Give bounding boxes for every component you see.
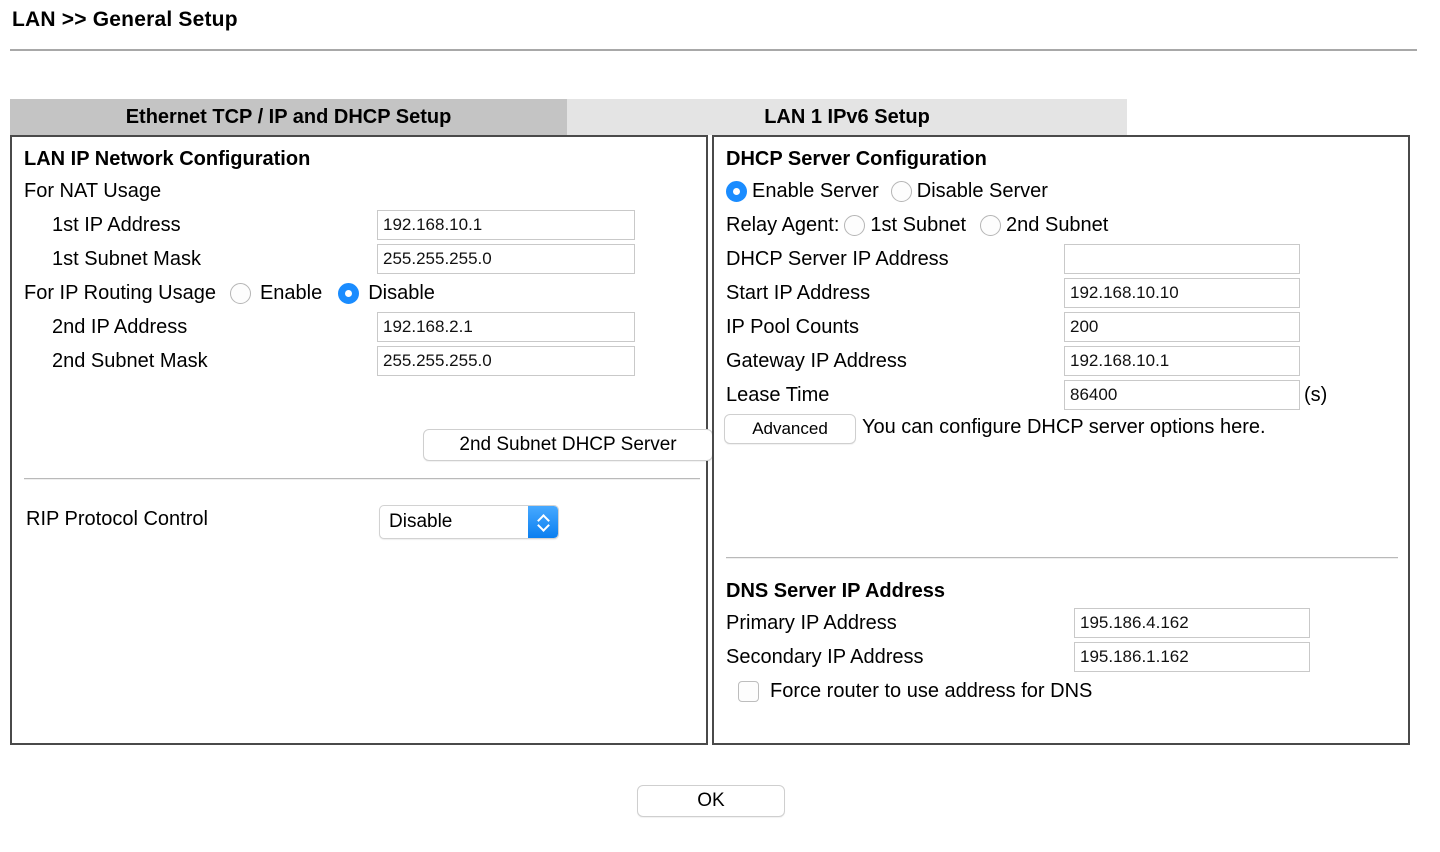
- lan-ip-network-configuration-panel: LAN IP Network Configuration For NAT Usa…: [10, 135, 708, 745]
- panel-title-dhcp-server-configuration: DHCP Server Configuration: [726, 145, 1398, 173]
- input-primary-dns-ip-address[interactable]: [1074, 608, 1310, 638]
- label-2nd-subnet-mask: 2nd Subnet Mask: [22, 349, 208, 373]
- checkbox-force-router-dns[interactable]: [738, 681, 759, 702]
- dhcp-server-configuration-panel: DHCP Server Configuration Enable Server …: [712, 135, 1410, 745]
- left-panel-divider: [24, 478, 700, 480]
- field-wrap-start-ip-address: [1064, 278, 1300, 308]
- row-rip-protocol-control: RIP Protocol Control: [24, 502, 208, 536]
- row-gateway-ip-address: Gateway IP Address: [724, 344, 1398, 378]
- row-dhcp-server-ip-address: DHCP Server IP Address: [724, 242, 1398, 276]
- row-1st-subnet-mask: 1st Subnet Mask: [22, 242, 696, 276]
- row-for-nat-usage: For NAT Usage: [22, 174, 696, 208]
- row-secondary-dns: Secondary IP Address: [724, 640, 1400, 674]
- rip-protocol-control-value: Disable: [380, 511, 528, 533]
- radio-relay-2nd-subnet[interactable]: [980, 215, 1001, 236]
- row-2nd-subnet-mask: 2nd Subnet Mask: [22, 344, 696, 378]
- input-2nd-subnet-mask[interactable]: [377, 346, 635, 376]
- input-gateway-ip-address[interactable]: [1064, 346, 1300, 376]
- input-start-ip-address[interactable]: [1064, 278, 1300, 308]
- settings-panels: LAN IP Network Configuration For NAT Usa…: [10, 135, 1410, 745]
- advanced-help-text: You can configure DHCP server options he…: [860, 414, 1266, 441]
- label-for-nat-usage: For NAT Usage: [22, 179, 161, 203]
- label-dhcp-server-ip-address: DHCP Server IP Address: [724, 247, 949, 271]
- field-wrap-1st-ip-address: [377, 210, 635, 240]
- tab-bar: Ethernet TCP / IP and DHCP Setup LAN 1 I…: [10, 99, 1127, 135]
- label-relay-1st-subnet[interactable]: 1st Subnet: [870, 213, 966, 237]
- tab-ethernet-tcpip-dhcp-setup[interactable]: Ethernet TCP / IP and DHCP Setup: [10, 99, 567, 135]
- lan-general-setup-page: LAN >> General Setup Ethernet TCP / IP a…: [0, 0, 1440, 852]
- input-dhcp-server-ip-address[interactable]: [1064, 244, 1300, 274]
- label-start-ip-address: Start IP Address: [724, 281, 870, 305]
- label-ip-routing-disable[interactable]: Disable: [368, 281, 435, 305]
- label-enable-server[interactable]: Enable Server: [752, 179, 879, 203]
- right-panel-divider: [726, 557, 1398, 559]
- field-wrap-dhcp-server-ip-address: [1064, 244, 1300, 274]
- label-rip-protocol-control: RIP Protocol Control: [24, 507, 208, 531]
- field-wrap-primary-dns: [1074, 608, 1310, 638]
- input-1st-subnet-mask[interactable]: [377, 244, 635, 274]
- chevron-down-icon: [538, 522, 549, 529]
- input-1st-ip-address[interactable]: [377, 210, 635, 240]
- row-advanced-dhcp-options: Advanced You can configure DHCP server o…: [724, 412, 1398, 444]
- label-force-router-dns[interactable]: Force router to use address for DNS: [770, 679, 1092, 703]
- radio-ip-routing-disable[interactable]: [338, 283, 359, 304]
- radio-disable-server[interactable]: [891, 181, 912, 202]
- field-wrap-1st-subnet-mask: [377, 244, 635, 274]
- row-server-mode: Enable Server Disable Server: [724, 174, 1398, 208]
- ok-button[interactable]: OK: [637, 785, 785, 817]
- panel-title-lan-ip-network: LAN IP Network Configuration: [24, 145, 696, 173]
- label-relay-2nd-subnet[interactable]: 2nd Subnet: [1006, 213, 1108, 237]
- label-ip-routing-enable[interactable]: Enable: [260, 281, 322, 305]
- chevron-updown-icon[interactable]: [528, 506, 558, 538]
- advanced-button[interactable]: Advanced: [724, 414, 856, 444]
- label-disable-server[interactable]: Disable Server: [917, 179, 1048, 203]
- radio-ip-routing-enable[interactable]: [230, 283, 251, 304]
- row-ip-pool-counts: IP Pool Counts: [724, 310, 1398, 344]
- label-2nd-ip-address: 2nd IP Address: [22, 315, 187, 339]
- radio-enable-server[interactable]: [726, 181, 747, 202]
- row-2nd-ip-address: 2nd IP Address: [22, 310, 696, 344]
- dns-server-section: DNS Server IP Address Primary IP Address…: [724, 575, 1400, 708]
- panel-title-dns-server-ip-address: DNS Server IP Address: [726, 577, 1400, 605]
- label-for-ip-routing-usage: For IP Routing Usage: [22, 281, 216, 305]
- second-subnet-dhcp-server-button[interactable]: 2nd Subnet DHCP Server: [423, 429, 713, 461]
- label-gateway-ip-address: Gateway IP Address: [724, 349, 907, 373]
- label-ip-pool-counts: IP Pool Counts: [724, 315, 859, 339]
- label-lease-time-unit: (s): [1300, 384, 1327, 407]
- input-ip-pool-counts[interactable]: [1064, 312, 1300, 342]
- field-wrap-2nd-subnet-mask: [377, 346, 635, 376]
- field-wrap-gateway-ip-address: [1064, 346, 1300, 376]
- input-secondary-dns-ip-address[interactable]: [1074, 642, 1310, 672]
- input-2nd-ip-address[interactable]: [377, 312, 635, 342]
- field-wrap-lease-time: (s): [1064, 380, 1327, 410]
- breadcrumb: LAN >> General Setup: [12, 8, 238, 32]
- row-lease-time: Lease Time (s): [724, 378, 1398, 412]
- field-wrap-secondary-dns: [1074, 642, 1310, 672]
- row-start-ip-address: Start IP Address: [724, 276, 1398, 310]
- label-secondary-ip-address: Secondary IP Address: [724, 645, 924, 669]
- row-relay-agent: Relay Agent: 1st Subnet 2nd Subnet: [724, 208, 1398, 242]
- row-1st-ip-address: 1st IP Address: [22, 208, 696, 242]
- label-1st-ip-address: 1st IP Address: [22, 213, 181, 237]
- row-primary-dns: Primary IP Address: [724, 606, 1400, 640]
- tab-lan1-ipv6-setup[interactable]: LAN 1 IPv6 Setup: [567, 99, 1127, 135]
- label-relay-agent: Relay Agent:: [724, 213, 839, 237]
- field-wrap-2nd-ip-address: [377, 312, 635, 342]
- field-wrap-ip-pool-counts: [1064, 312, 1300, 342]
- label-1st-subnet-mask: 1st Subnet Mask: [22, 247, 201, 271]
- row-force-dns: Force router to use address for DNS: [724, 674, 1400, 708]
- label-primary-ip-address: Primary IP Address: [724, 611, 897, 635]
- header-divider: [10, 49, 1417, 51]
- row-for-ip-routing-usage: For IP Routing Usage Enable Disable: [22, 276, 696, 310]
- radio-relay-1st-subnet[interactable]: [844, 215, 865, 236]
- label-lease-time: Lease Time: [724, 383, 829, 407]
- input-lease-time[interactable]: [1064, 380, 1300, 410]
- rip-protocol-control-select[interactable]: Disable: [379, 505, 559, 539]
